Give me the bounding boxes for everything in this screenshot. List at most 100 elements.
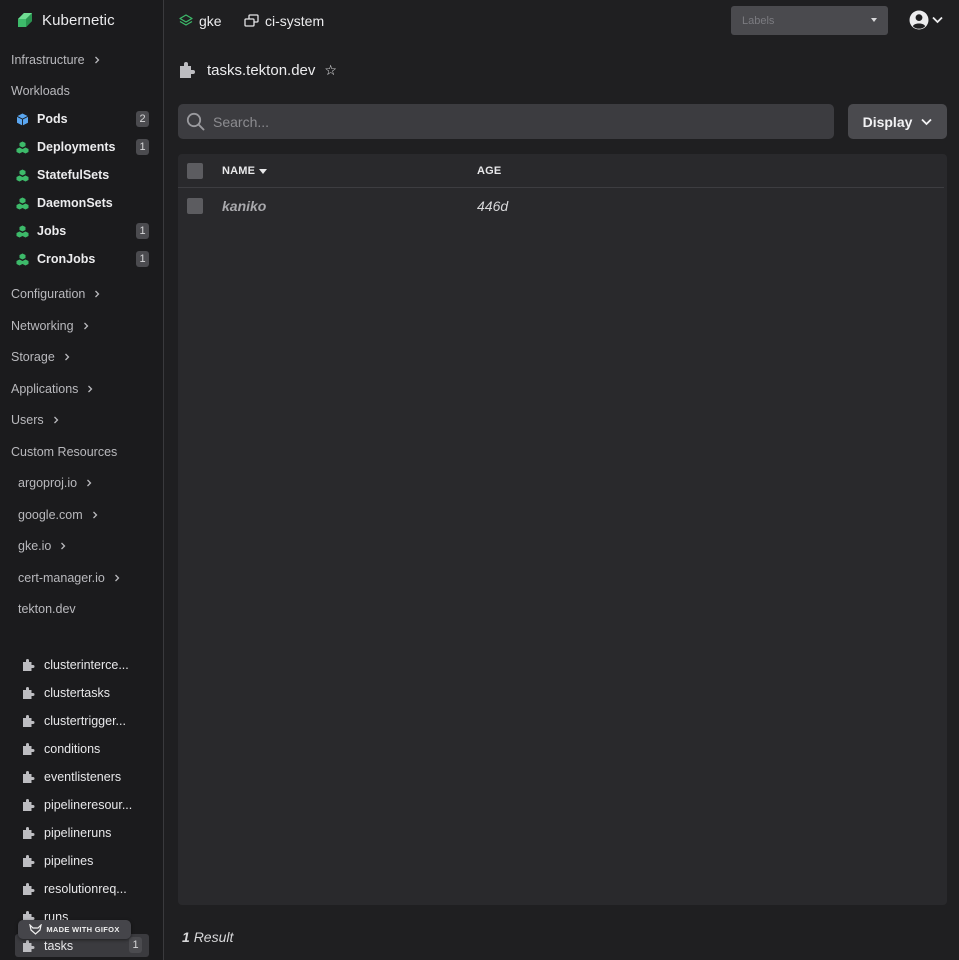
section-applications[interactable]: Applications [0, 377, 163, 401]
crd-resource-conditions[interactable]: conditions [0, 737, 163, 761]
section-label: Custom Resources [11, 445, 118, 459]
sidebar-item-pods[interactable]: Pods 2 [0, 107, 163, 131]
crd-resource-label: conditions [44, 742, 101, 756]
chevron-right-icon [92, 511, 98, 519]
chevron-right-icon [94, 56, 100, 64]
crd-resource-label: pipelineruns [44, 826, 112, 840]
section-label: Applications [11, 382, 79, 396]
crd-resource-clustertrigger[interactable]: clustertrigger... [0, 709, 163, 733]
crd-group-argoproj-io[interactable]: argoproj.io [0, 471, 163, 495]
crd-resource-resolutionreq[interactable]: resolutionreq... [0, 877, 163, 901]
puzzle-icon [23, 659, 35, 671]
crd-resource-pipelineresour[interactable]: pipelineresour... [0, 793, 163, 817]
sidebar-item-statefulsets[interactable]: StatefulSets [0, 163, 163, 187]
crd-resource-pipelines[interactable]: pipelines [0, 849, 163, 873]
column-label: AGE [477, 165, 502, 177]
sidebar-item-label: Jobs [37, 224, 67, 238]
page-title: tasks.tekton.dev [207, 61, 316, 79]
cubes-icon [16, 197, 29, 209]
count-badge: 2 [136, 111, 149, 127]
crd-resource-eventlisteners[interactable]: eventlisteners [0, 765, 163, 789]
page-header: tasks.tekton.dev ☆ [178, 60, 337, 80]
watermark-text: MADE WITH GIFOX [46, 925, 120, 934]
layers-icon [179, 14, 193, 26]
section-custom-resources[interactable]: Custom Resources [0, 440, 163, 464]
display-button[interactable]: Display [848, 104, 947, 139]
section-infrastructure[interactable]: Infrastructure [0, 48, 163, 72]
row-name[interactable]: kaniko [222, 198, 266, 214]
crd-group-label: cert-manager.io [18, 571, 105, 585]
cubes-icon [16, 141, 29, 153]
crd-group-label: tekton.dev [18, 602, 76, 616]
section-networking[interactable]: Networking [0, 314, 163, 338]
sidebar-item-label: StatefulSets [37, 168, 110, 182]
column-label: NAME [222, 165, 256, 177]
crd-resource-label: clustertasks [44, 686, 110, 700]
chevron-right-icon [88, 385, 93, 393]
caret-down-icon [871, 18, 877, 22]
section-configuration[interactable]: Configuration [0, 282, 163, 306]
cluster-name: gke [199, 13, 222, 29]
count-badge: 1 [129, 937, 142, 953]
user-menu[interactable] [909, 10, 943, 30]
column-header-name[interactable]: NAME [222, 165, 268, 177]
puzzle-icon [23, 827, 35, 839]
crd-group-gke-io[interactable]: gke.io [0, 534, 163, 558]
puzzle-icon [23, 771, 35, 783]
crd-resource-pipelineruns[interactable]: pipelineruns [0, 821, 163, 845]
column-header-age[interactable]: AGE [477, 165, 501, 177]
crd-resource-label: clustertrigger... [44, 714, 126, 728]
puzzle-icon [23, 743, 35, 755]
crd-resource-clustertasks[interactable]: clustertasks [0, 681, 163, 705]
crd-resource-label: clusterinterce... [44, 658, 129, 672]
section-label: Workloads [11, 84, 70, 98]
chevron-right-icon [83, 322, 88, 330]
namespace-selector[interactable]: ci-system [244, 11, 324, 31]
search-input[interactable] [213, 113, 813, 130]
row-checkbox[interactable] [187, 198, 203, 214]
chevron-right-icon [95, 290, 100, 298]
crd-resource-clusterinterce[interactable]: clusterinterce... [0, 653, 163, 677]
crd-group-open[interactable]: tekton.dev [0, 597, 163, 621]
count-badge: 1 [136, 139, 149, 155]
crd-group-cert-manager-io[interactable]: cert-manager.io [0, 566, 163, 590]
app-logo[interactable]: Kubernetic [15, 9, 115, 31]
result-number: 1 [182, 929, 190, 945]
crd-resource-label: tasks [44, 938, 74, 953]
section-workloads[interactable]: Workloads [0, 79, 163, 103]
search-icon [186, 112, 205, 131]
favorite-star-icon[interactable]: ☆ [324, 62, 337, 79]
cluster-selector[interactable]: gke [179, 11, 222, 31]
resources-table: NAME AGE kaniko 446d [178, 154, 947, 905]
section-storage[interactable]: Storage [0, 345, 163, 369]
chevron-right-icon [64, 353, 70, 361]
row-age: 446d [477, 198, 509, 214]
result-count: 1 Result [182, 929, 233, 945]
chevron-right-icon [114, 574, 120, 582]
gifox-watermark: MADE WITH GIFOX [18, 920, 131, 939]
sidebar-item-deployments[interactable]: Deployments 1 [0, 135, 163, 159]
chevron-down-icon [932, 16, 943, 24]
cubes-icon [16, 225, 29, 237]
kubernetic-logo-icon [18, 13, 32, 27]
sidebar-item-jobs[interactable]: Jobs 1 [0, 219, 163, 243]
section-label: Users [11, 413, 44, 427]
puzzle-icon [180, 62, 195, 78]
select-all-checkbox[interactable] [187, 163, 203, 179]
chevron-right-icon [87, 479, 92, 487]
user-circle-icon [909, 10, 929, 30]
crd-resource-label: eventlisteners [44, 770, 122, 784]
sidebar-item-label: CronJobs [37, 252, 96, 266]
section-users[interactable]: Users [0, 408, 163, 432]
sidebar-item-daemonsets[interactable]: DaemonSets [0, 191, 163, 215]
sidebar-item-cronjobs[interactable]: CronJobs 1 [0, 247, 163, 271]
section-label: Storage [11, 350, 55, 364]
app-title: Kubernetic [42, 11, 115, 29]
labels-filter-select[interactable]: Labels [731, 6, 888, 35]
count-badge: 1 [136, 251, 149, 267]
labels-placeholder: Labels [742, 14, 775, 27]
result-label: Result [193, 929, 234, 945]
crd-group-google-com[interactable]: google.com [0, 503, 163, 527]
puzzle-icon [23, 883, 35, 895]
namespace-name: ci-system [265, 13, 325, 29]
